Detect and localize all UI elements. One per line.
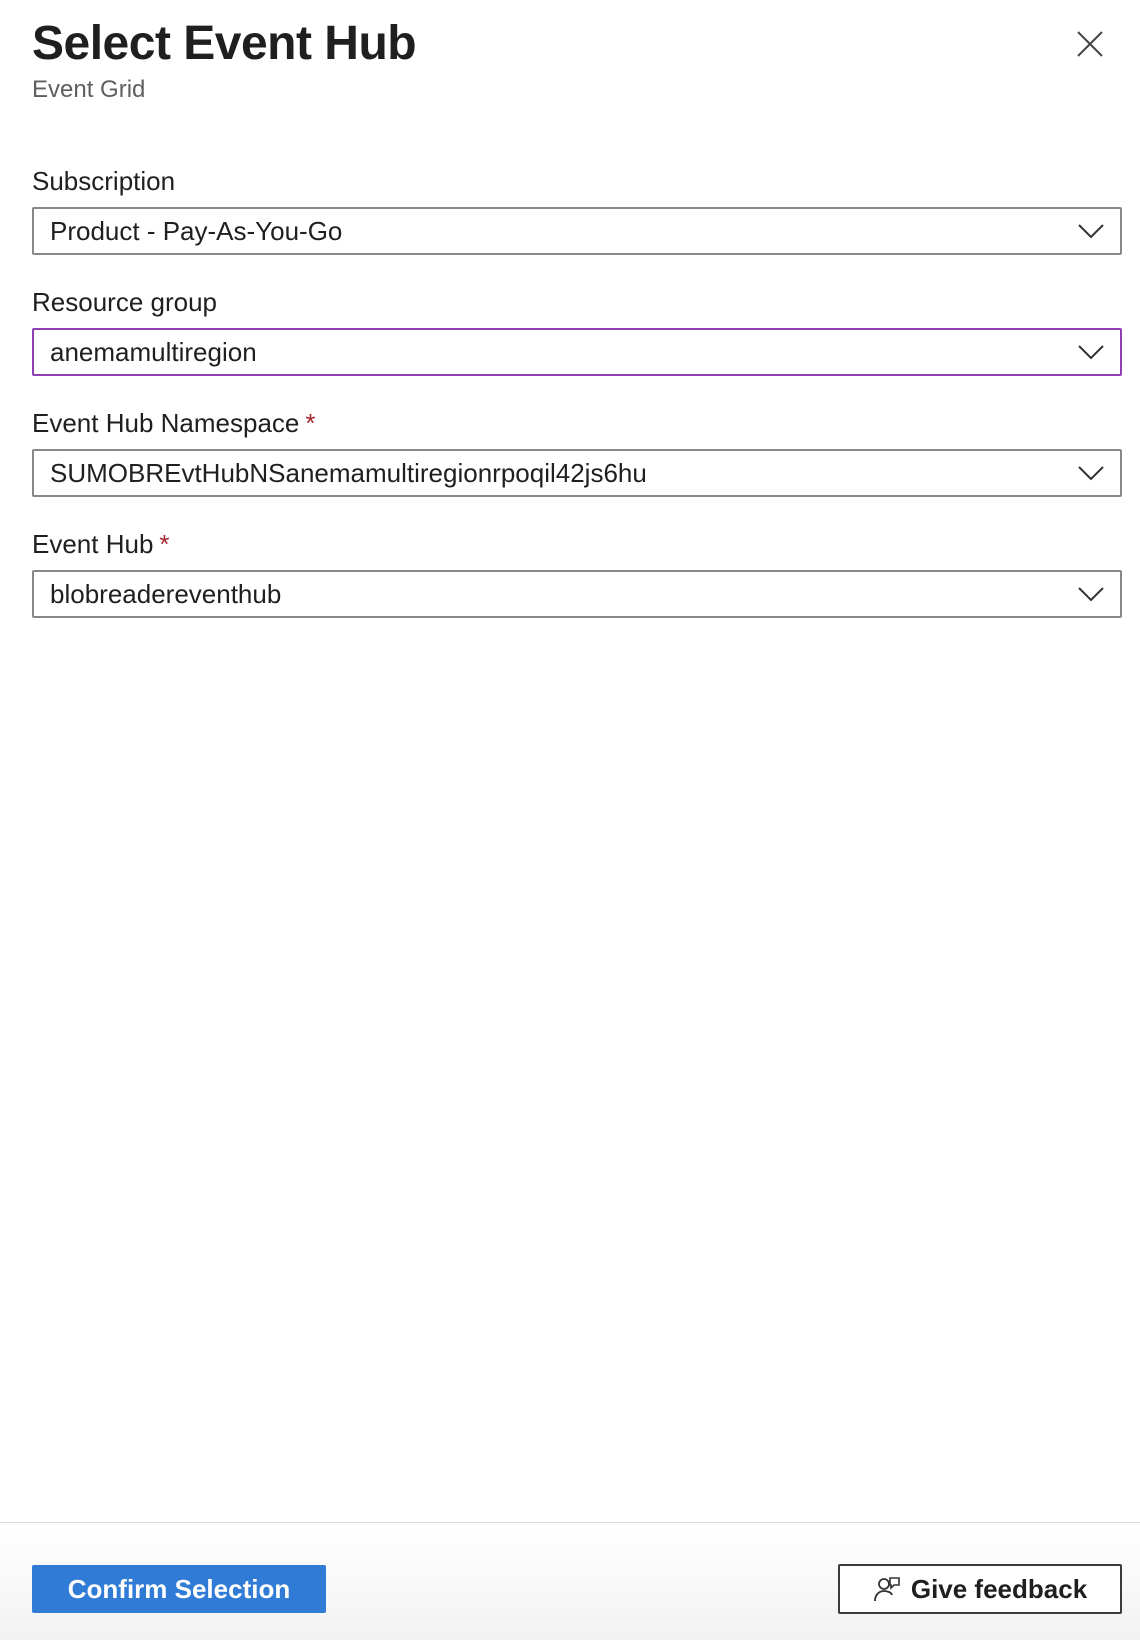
panel-subtitle: Event Grid	[32, 76, 146, 103]
resource-group-label: Resource group	[32, 287, 217, 318]
namespace-label: Event Hub Namespace *	[32, 408, 316, 439]
event-hub-label: Event Hub *	[32, 529, 170, 560]
select-event-hub-panel: Select Event Hub Event Grid Subscription…	[0, 0, 1140, 1640]
confirm-selection-button[interactable]: Confirm Selection	[32, 1565, 326, 1613]
required-marker: *	[305, 408, 316, 438]
chevron-down-icon	[1076, 464, 1106, 482]
subscription-dropdown[interactable]: Product - Pay-As-You-Go	[32, 207, 1122, 255]
subscription-value: Product - Pay-As-You-Go	[50, 215, 343, 246]
namespace-dropdown[interactable]: SUMOBREvtHubNSanemamultiregionrpoqil42js…	[32, 449, 1122, 497]
event-hub-label-text: Event Hub	[32, 529, 154, 559]
feedback-person-icon	[873, 1577, 900, 1602]
chevron-down-icon	[1076, 585, 1106, 603]
resource-group-value: anemamultiregion	[50, 336, 257, 367]
give-feedback-label: Give feedback	[910, 1573, 1088, 1604]
resource-group-label-text: Resource group	[32, 287, 217, 317]
required-marker: *	[159, 529, 170, 559]
close-icon	[1077, 31, 1103, 57]
chevron-down-icon	[1076, 222, 1106, 240]
panel-title: Select Event Hub	[32, 17, 417, 70]
panel-footer: Confirm Selection Give feedback	[0, 1522, 1140, 1640]
give-feedback-button[interactable]: Give feedback	[838, 1564, 1122, 1614]
resource-group-dropdown[interactable]: anemamultiregion	[32, 328, 1122, 376]
subscription-label-text: Subscription	[32, 166, 176, 196]
namespace-label-text: Event Hub Namespace	[32, 408, 300, 438]
event-hub-dropdown[interactable]: blobreadereventhub	[32, 570, 1122, 618]
chevron-down-icon	[1076, 343, 1106, 361]
namespace-value: SUMOBREvtHubNSanemamultiregionrpoqil42js…	[50, 457, 647, 488]
close-button[interactable]	[1070, 24, 1110, 64]
subscription-label: Subscription	[32, 166, 175, 197]
event-hub-value: blobreadereventhub	[50, 578, 282, 609]
